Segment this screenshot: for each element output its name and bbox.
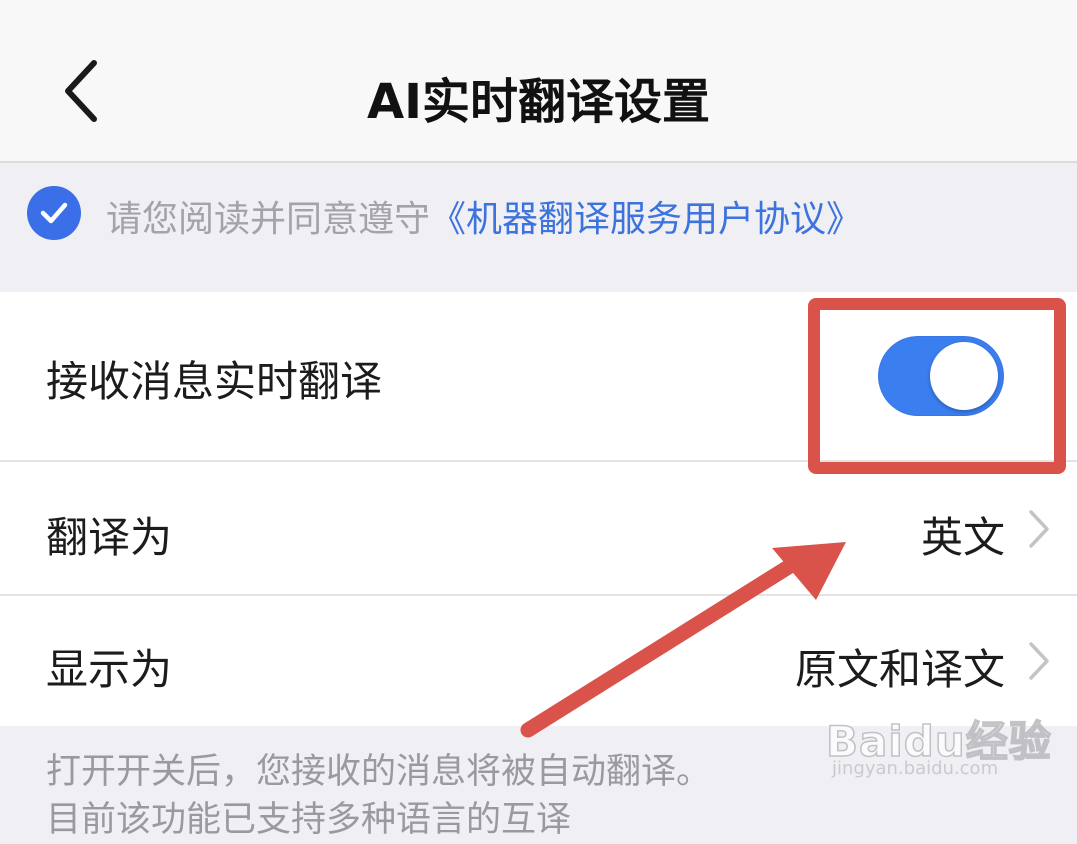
footer-note: 打开开关后，您接收的消息将被自动翻译。 目前该功能已支持多种语言的互译 [46,748,711,844]
chevron-right-icon [1029,642,1049,680]
display-as-label: 显示为 [46,645,173,694]
page-title: AI实时翻译设置 [366,74,710,130]
baidu-watermark: Baidu经验 jingyan.baidu.com [825,688,1051,788]
checkmark-icon [40,202,68,224]
footer-note-line1: 打开开关后，您接收的消息将被自动翻译。 [46,752,712,792]
annotation-highlight-box [808,298,1066,474]
agreement-prefix: 请您阅读并同意遵守 [106,199,431,240]
row-translate-to[interactable]: 翻译为 英文 [0,462,1077,594]
agreement-text: 请您阅读并同意遵守《机器翻译服务用户协议》 [106,190,862,242]
watermark-url: jingyan.baidu.com [832,758,999,779]
footer-note-line2: 目前该功能已支持多种语言的互译 [46,800,572,840]
navigation-bar: AI实时翻译设置 [0,0,1077,163]
agreement-checkbox[interactable] [27,186,81,240]
agreement-link[interactable]: 《机器翻译服务用户协议》 [430,199,862,240]
receive-translation-label: 接收消息实时翻译 [46,357,383,406]
translate-to-label: 翻译为 [46,513,173,562]
translate-to-value: 英文 [920,513,1005,562]
chevron-right-icon [1029,510,1049,548]
